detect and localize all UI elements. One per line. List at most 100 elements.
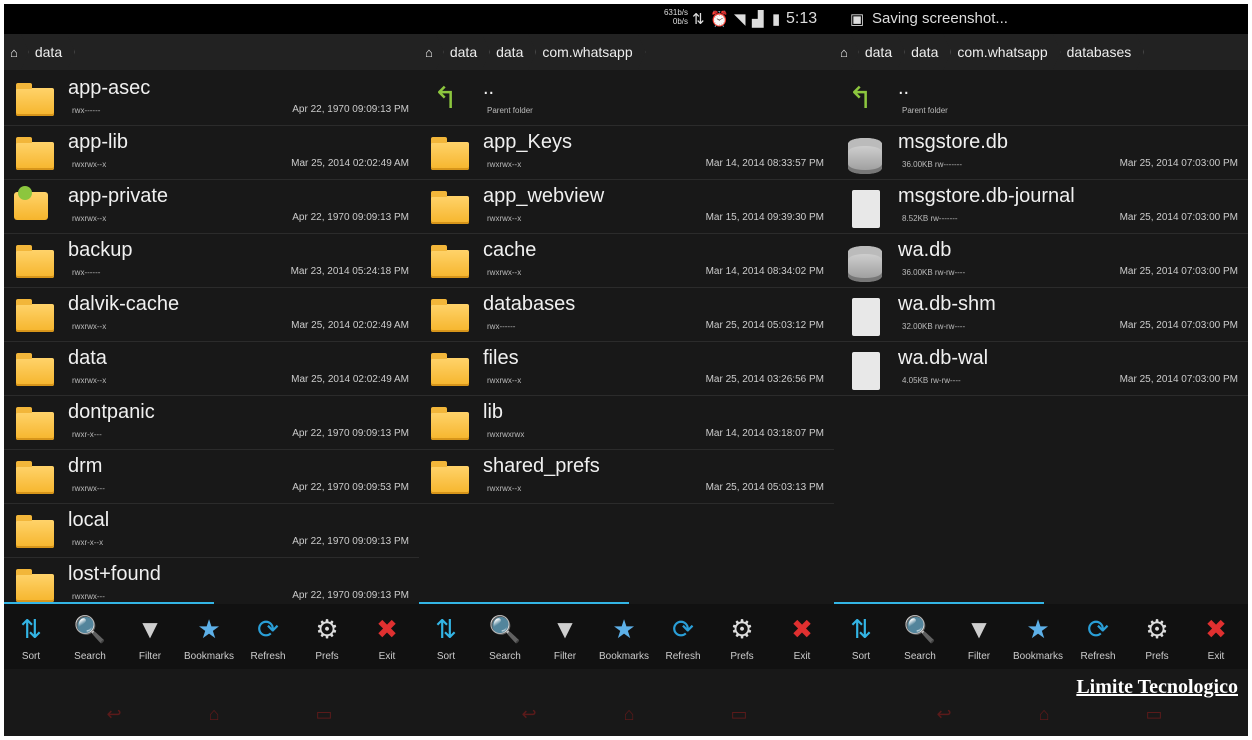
home-icon[interactable]: ⌂ (834, 34, 859, 70)
list-item[interactable]: databases rwx------ Mar 25, 2014 05:03:12 … (419, 288, 834, 342)
toolbar-label: Refresh (665, 651, 701, 662)
prefs-button[interactable]: ⚙ Prefs (298, 613, 356, 662)
toolbar-label: Filter (967, 651, 991, 662)
breadcrumb-item[interactable]: data (859, 34, 905, 70)
search-button[interactable]: 🔍 Search (61, 613, 119, 662)
star-icon: ★ (197, 614, 221, 644)
list-item[interactable]: app_Keys rwxrwx--x Mar 14, 2014 08:33:57 P… (419, 126, 834, 180)
file-permissions: rwxrwx--x (72, 214, 107, 223)
back-icon[interactable]: ↩ (94, 704, 134, 725)
home-icon[interactable]: ⌂ (4, 34, 29, 70)
list-item[interactable]: drm rwxrwx--- Apr 22, 1970 09:09:53 PM (4, 450, 419, 504)
list-item[interactable]: data rwxrwx--x Mar 25, 2014 02:02:49 AM (4, 342, 419, 396)
file-date: Mar 14, 2014 03:18:07 PM (705, 428, 824, 439)
folder-icon (12, 514, 54, 548)
exit-button[interactable]: ✖ Exit (1187, 613, 1245, 662)
file-name: wa.db-wal (898, 347, 989, 369)
bookmarks-button[interactable]: ★ Bookmarks (595, 613, 653, 662)
filter-button[interactable]: ▼ Filter (950, 613, 1008, 662)
list-item[interactable]: app_webview rwxrwx--x Mar 15, 2014 09:39:3… (419, 180, 834, 234)
list-item[interactable]: app-private rwxrwx--x Apr 22, 1970 09:09:1… (4, 180, 419, 234)
list-item[interactable]: ↰.. Parent folder (834, 72, 1248, 126)
list-item[interactable]: lib rwxrwxrwx Mar 14, 2014 03:18:07 PM (419, 396, 834, 450)
exit-button[interactable]: ✖ Exit (773, 613, 831, 662)
sort-button[interactable]: ⇅ Sort (4, 613, 60, 662)
list-item[interactable]: local rwxr-x--x Apr 22, 1970 09:09:13 PM (4, 504, 419, 558)
folder-icon (12, 244, 54, 278)
recents-icon[interactable]: ▭ (719, 704, 759, 725)
file-list: app-asec rwx------ Apr 22, 1970 09:09:13 P… (4, 72, 419, 612)
database-shape (848, 246, 882, 282)
file-date: Mar 23, 2014 05:24:18 PM (290, 266, 409, 277)
file-date: Apr 22, 1970 09:09:13 PM (292, 104, 409, 115)
refresh-button[interactable]: ⟳ Refresh (1069, 613, 1127, 662)
search-icon: 🔍 (73, 614, 107, 644)
folder-icon (12, 82, 54, 116)
list-item[interactable]: ↰.. Parent folder (419, 72, 834, 126)
net-up-speed: 631b/s (663, 8, 688, 17)
search-icon: 🔍 (903, 614, 937, 644)
list-item[interactable]: wa.db 36.00KB rw-rw---- Mar 25, 2014 07:03… (834, 234, 1248, 288)
toolbar-label: Refresh (250, 651, 286, 662)
list-item[interactable]: msgstore.db-journal 8.52KB rw------- Mar 2… (834, 180, 1248, 234)
file-name: shared_prefs (483, 455, 600, 477)
list-item[interactable]: app-asec rwx------ Apr 22, 1970 09:09:13 P… (4, 72, 419, 126)
list-item[interactable]: app-lib rwxrwx--x Mar 25, 2014 02:02:49 AM (4, 126, 419, 180)
file-date: Mar 25, 2014 05:03:12 PM (705, 320, 824, 331)
refresh-button[interactable]: ⟳ Refresh (239, 613, 297, 662)
folder-shape (16, 515, 54, 548)
search-button[interactable]: 🔍 Search (476, 613, 534, 662)
toolbar-label: Bookmarks (1012, 651, 1063, 662)
back-icon[interactable]: ↩ (509, 704, 549, 725)
up-arrow-glyph: ↰ (433, 82, 459, 115)
filter-button[interactable]: ▼ Filter (536, 613, 594, 662)
breadcrumb-item[interactable]: data (444, 34, 490, 70)
sort-button[interactable]: ⇅ Sort (832, 613, 890, 662)
file-name: lost+found (68, 563, 161, 585)
file-name: files (483, 347, 519, 369)
file-permissions: rwxrwx--x (72, 160, 107, 169)
list-item[interactable]: shared_prefs rwxrwx--x Mar 25, 2014 05:03:… (419, 450, 834, 504)
folder-icon (12, 298, 54, 332)
back-icon[interactable]: ↩ (924, 704, 964, 725)
breadcrumb-item[interactable]: data (490, 34, 536, 70)
filter-icon: ▼ (966, 614, 992, 644)
screenshot-icon: ▣ (850, 11, 865, 28)
home-nav-icon[interactable]: ⌂ (194, 704, 234, 725)
list-item[interactable]: wa.db-wal 4.05KB rw-rw---- Mar 25, 2014 07… (834, 342, 1248, 396)
breadcrumb-item[interactable]: data (29, 34, 75, 70)
file-permissions: rwxr-x--- (72, 430, 102, 439)
home-icon[interactable]: ⌂ (419, 34, 444, 70)
sort-button[interactable]: ⇅ Sort (417, 613, 475, 662)
prefs-button[interactable]: ⚙ Prefs (713, 613, 771, 662)
recents-icon[interactable]: ▭ (304, 704, 344, 725)
file-name: .. (483, 77, 495, 99)
prefs-button[interactable]: ⚙ Prefs (1128, 613, 1186, 662)
filter-button[interactable]: ▼ Filter (121, 613, 179, 662)
file-name: msgstore.db (898, 131, 1009, 153)
breadcrumb-item[interactable]: com.whatsapp (536, 34, 645, 70)
breadcrumb-item[interactable]: com.whatsapp (951, 34, 1060, 70)
home-nav-icon[interactable]: ⌂ (1024, 704, 1064, 725)
list-item[interactable]: wa.db-shm 32.00KB rw-rw---- Mar 25, 2014 0… (834, 288, 1248, 342)
refresh-button[interactable]: ⟳ Refresh (654, 613, 712, 662)
list-item[interactable]: cache rwxrwx--x Mar 14, 2014 08:34:02 PM (419, 234, 834, 288)
toolbar-label: Exit (1207, 651, 1225, 662)
database-icon (842, 136, 882, 174)
exit-button[interactable]: ✖ Exit (358, 613, 416, 662)
home-nav-icon[interactable]: ⌂ (609, 704, 649, 725)
list-item[interactable]: backup rwx------ Mar 23, 2014 05:24:18 PM (4, 234, 419, 288)
wifi-icon: ◥ (734, 11, 746, 28)
toolbar-label: Prefs (1145, 651, 1169, 662)
list-item[interactable]: files rwxrwx--x Mar 25, 2014 03:26:56 PM (419, 342, 834, 396)
net-down-speed: 0b/s (672, 17, 688, 26)
breadcrumb-item[interactable]: databases (1061, 34, 1145, 70)
list-item[interactable]: dalvik-cache rwxrwx--x Mar 25, 2014 02:02:… (4, 288, 419, 342)
bookmarks-button[interactable]: ★ Bookmarks (180, 613, 238, 662)
breadcrumb-item[interactable]: data (905, 34, 951, 70)
list-item[interactable]: msgstore.db 36.00KB rw------- Mar 25, 2014… (834, 126, 1248, 180)
bookmarks-button[interactable]: ★ Bookmarks (1009, 613, 1067, 662)
recents-icon[interactable]: ▭ (1134, 704, 1174, 725)
search-button[interactable]: 🔍 Search (891, 613, 949, 662)
list-item[interactable]: dontpanic rwxr-x--- Apr 22, 1970 09:09:13 … (4, 396, 419, 450)
